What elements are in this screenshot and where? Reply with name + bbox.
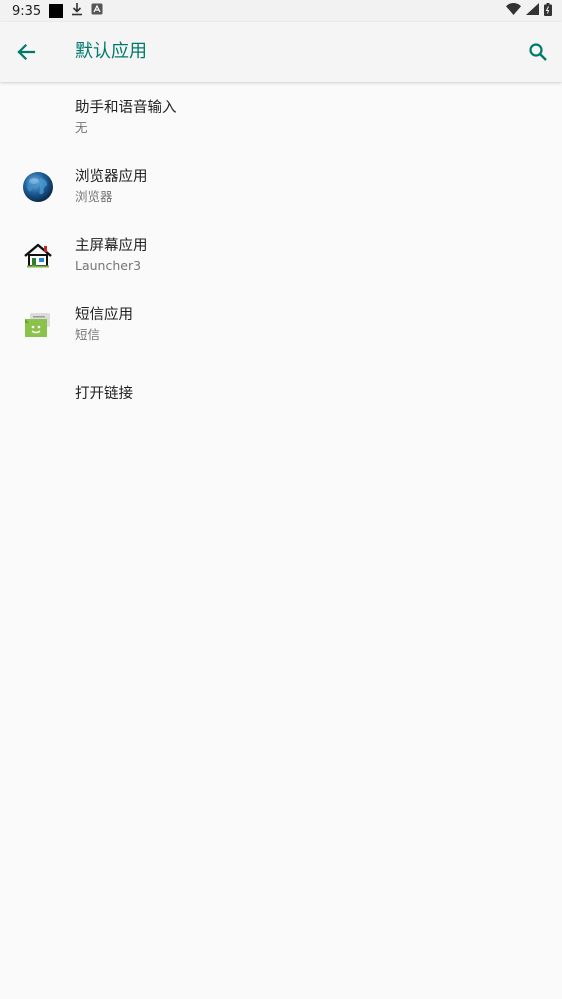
battery-icon — [544, 2, 552, 20]
list-item-sms[interactable]: 短信应用 短信 — [0, 291, 562, 360]
signal-icon — [526, 3, 539, 19]
status-left: 9:35 — [12, 2, 103, 20]
list-item-assistant[interactable]: 助手和语音输入 无 — [0, 84, 562, 153]
search-button[interactable] — [524, 38, 552, 66]
item-title: 浏览器应用 — [75, 169, 148, 185]
status-time: 9:35 — [12, 3, 42, 19]
item-title: 打开链接 — [75, 386, 133, 402]
notification-square-icon — [49, 4, 64, 18]
list-item-open-links[interactable]: 打开链接 — [0, 360, 562, 429]
back-button[interactable] — [12, 38, 40, 66]
globe-icon — [22, 171, 54, 203]
item-subtitle: 短信 — [75, 327, 101, 342]
home-icon — [22, 240, 54, 272]
item-title: 短信应用 — [75, 307, 133, 323]
item-subtitle: 无 — [75, 120, 88, 135]
item-title: 主屏幕应用 — [75, 238, 148, 254]
messaging-icon — [22, 309, 54, 341]
status-bar: 9:35 — [0, 0, 562, 22]
list-item-browser[interactable]: 浏览器应用 浏览器 — [0, 153, 562, 222]
search-icon — [529, 43, 547, 61]
item-title: 助手和语音输入 — [75, 100, 177, 116]
app-bar: 默认应用 — [0, 22, 562, 82]
item-subtitle: Launcher3 — [75, 258, 142, 273]
arrow-left-icon — [17, 43, 36, 61]
app-notification-icon — [91, 3, 103, 19]
page-title: 默认应用 — [75, 41, 147, 62]
settings-list: 助手和语音输入 无 浏览器应用 浏览器 主屏幕应用 Launcher3 短信应用… — [0, 84, 562, 429]
item-subtitle: 浏览器 — [75, 189, 113, 204]
list-item-home[interactable]: 主屏幕应用 Launcher3 — [0, 222, 562, 291]
download-icon — [71, 2, 83, 20]
wifi-icon — [506, 3, 521, 19]
status-right — [506, 2, 552, 20]
